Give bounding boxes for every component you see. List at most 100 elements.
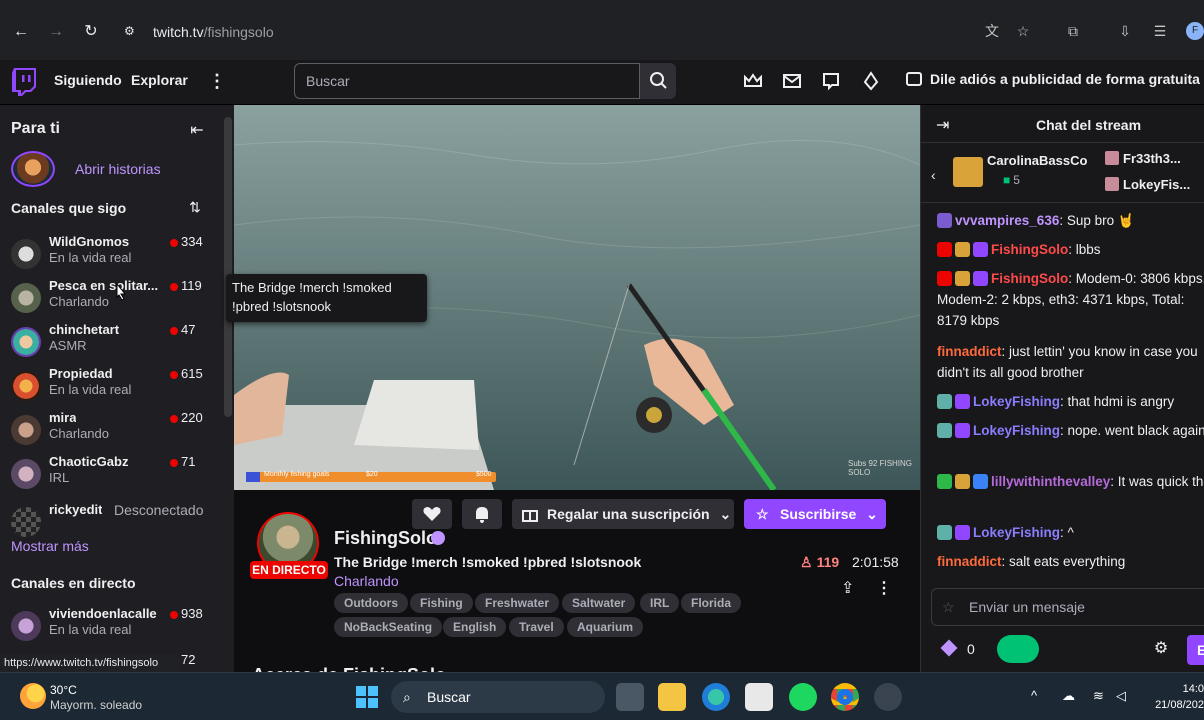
tag[interactable]: Outdoors <box>334 593 408 613</box>
followed-channel[interactable]: Pesca en solitar... Charlando 119 <box>0 277 222 321</box>
file-explorer-icon[interactable] <box>658 683 686 711</box>
translate-icon[interactable]: 文 <box>983 22 1001 40</box>
channel-tooltip: The Bridge !merch !smoked !pbred !slotsn… <box>226 274 427 322</box>
show-more-link[interactable]: Mostrar más <box>11 538 89 554</box>
chat-username[interactable]: vvvampires_636 <box>955 213 1059 228</box>
reading-list-icon[interactable]: ☰ <box>1151 22 1169 40</box>
more-options-icon[interactable]: ⋮ <box>876 578 892 598</box>
task-view-icon[interactable] <box>616 683 644 711</box>
sidebar-scrollbar[interactable] <box>224 117 232 417</box>
bookmark-star-icon[interactable]: ☆ <box>1014 22 1032 40</box>
chat-username[interactable]: LokeyFishing <box>973 394 1060 409</box>
store-icon[interactable] <box>745 683 773 711</box>
tag[interactable]: English <box>443 617 507 637</box>
live-channel[interactable]: viviendoenlacalle En la vida real 938 <box>0 605 222 649</box>
followed-channel[interactable]: ChaoticGabz IRL 71 <box>0 453 222 497</box>
profile-avatar[interactable]: F <box>1186 22 1204 40</box>
extensions-icon[interactable]: ⧉ <box>1064 22 1082 40</box>
reload-icon[interactable]: ↻ <box>81 22 101 42</box>
tag[interactable]: Travel <box>509 617 564 637</box>
edge-icon[interactable] <box>702 683 730 711</box>
chat-username[interactable]: LokeyFishing <box>973 423 1060 438</box>
gear-icon[interactable]: ⚙ <box>1152 640 1170 658</box>
top-gifter-name[interactable]: CarolinaBassCo <box>987 153 1087 168</box>
url-text[interactable]: twitch.tv/fishingsolo <box>153 24 274 40</box>
channel-points[interactable]: 0 <box>940 639 975 657</box>
streamer-name[interactable]: FishingSolo <box>334 528 437 549</box>
browse-link[interactable]: Explorar <box>131 72 188 88</box>
star-icon: ☆ <box>756 506 769 522</box>
gift-user[interactable]: LokeyFis... <box>1105 177 1190 192</box>
notifications-button[interactable] <box>462 499 502 529</box>
wifi-icon[interactable]: ≋ <box>1093 688 1104 704</box>
ad-free-link[interactable]: Dile adiós a publicidad de forma gratuit… <box>906 71 1200 87</box>
twitch-logo-icon[interactable] <box>12 68 36 96</box>
chrome-icon[interactable] <box>831 683 859 711</box>
stories-avatar[interactable] <box>11 151 55 187</box>
chat-username[interactable]: FishingSolo <box>991 242 1068 257</box>
volume-icon[interactable]: ◁ <box>1116 688 1126 704</box>
windows-start-icon[interactable] <box>355 685 379 709</box>
channel-name: chinchetart <box>49 322 120 337</box>
crown-icon[interactable] <box>742 70 764 92</box>
rewards-button[interactable] <box>997 635 1039 663</box>
verified-badge-icon <box>955 423 970 438</box>
site-info-icon[interactable]: ⚙ <box>124 24 140 40</box>
chat-message: LokeyFishing: that hdmi is angry <box>937 391 1204 412</box>
stories-link[interactable]: Abrir historias <box>75 161 161 177</box>
tag[interactable]: Florida <box>681 593 742 613</box>
channel-category: Charlando <box>49 294 109 309</box>
inbox-icon[interactable] <box>781 70 803 92</box>
tag[interactable]: Fishing <box>410 593 473 613</box>
bits-icon[interactable] <box>860 70 882 92</box>
chat-send-button[interactable]: Ent <box>1187 635 1204 665</box>
chevron-up-icon[interactable]: ^ <box>1031 688 1037 703</box>
followed-channel[interactable]: mira Charlando 220 <box>0 409 222 453</box>
tag[interactable]: Aquarium <box>567 617 644 637</box>
subscribe-button[interactable]: ☆ Suscribirse ⌄ <box>744 499 886 529</box>
followed-channel[interactable]: Propiedad En la vida real 615 <box>0 365 222 409</box>
spotify-icon[interactable] <box>789 683 817 711</box>
verified-icon <box>431 531 445 545</box>
chat-username[interactable]: finnaddict <box>937 554 1002 569</box>
tag[interactable]: Saltwater <box>562 593 636 613</box>
gift-user[interactable]: Fr33th3... <box>1105 151 1181 166</box>
chevron-left-icon[interactable]: ‹ <box>931 167 936 183</box>
chat-username[interactable]: finnaddict <box>937 344 1002 359</box>
share-icon[interactable]: ⇪ <box>841 578 854 598</box>
live-indicator <box>170 283 178 291</box>
emote-picker-icon[interactable]: ☆ <box>942 599 958 615</box>
download-icon[interactable]: ⇩ <box>1116 22 1134 40</box>
chat-username[interactable]: LokeyFishing <box>973 525 1060 540</box>
chat-username[interactable]: FishingSolo <box>991 271 1068 286</box>
stream-category-link[interactable]: Charlando <box>334 573 399 589</box>
follow-button[interactable] <box>412 499 452 529</box>
search-input[interactable]: Buscar <box>294 63 640 99</box>
collapse-chat-icon[interactable]: ⇥ <box>936 115 956 134</box>
whispers-icon[interactable] <box>820 70 842 92</box>
weather-desc[interactable]: Mayorm. soleado <box>50 698 142 712</box>
followed-channel[interactable]: chinchetart ASMR 47 <box>0 321 222 365</box>
tag[interactable]: IRL <box>640 593 680 613</box>
more-options-icon[interactable]: ⋮ <box>208 70 226 92</box>
followed-channel[interactable]: WildGnomos En la vida real 334 <box>0 233 222 277</box>
weather-temp[interactable]: 30°C <box>50 683 77 697</box>
collapse-sidebar-icon[interactable]: ⇤ <box>187 120 207 139</box>
obs-icon[interactable] <box>874 683 902 711</box>
tag[interactable]: Freshwater <box>475 593 560 613</box>
tag[interactable]: NoBackSeating <box>334 617 443 637</box>
clock-date: 21/08/202 <box>1155 699 1204 711</box>
chat-username[interactable]: lillywithinthevalley <box>991 474 1110 489</box>
search-button[interactable] <box>640 63 676 99</box>
weather-icon[interactable] <box>20 683 46 709</box>
back-icon[interactable]: ← <box>11 22 31 42</box>
system-clock[interactable]: 14:0 21/08/202 <box>1150 681 1204 713</box>
sort-icon[interactable]: ⇅ <box>186 199 204 217</box>
forward-icon[interactable]: → <box>46 22 66 42</box>
chat-input[interactable]: ☆ Enviar un mensaje <box>931 588 1204 626</box>
channel-category: En la vida real <box>49 382 132 397</box>
following-link[interactable]: Siguiendo <box>54 72 122 88</box>
taskbar-search[interactable]: ⌕ Buscar <box>391 681 605 713</box>
gift-sub-button[interactable]: Regalar una suscripción ⌄ <box>512 499 734 529</box>
cloud-icon[interactable]: ☁ <box>1062 688 1075 704</box>
